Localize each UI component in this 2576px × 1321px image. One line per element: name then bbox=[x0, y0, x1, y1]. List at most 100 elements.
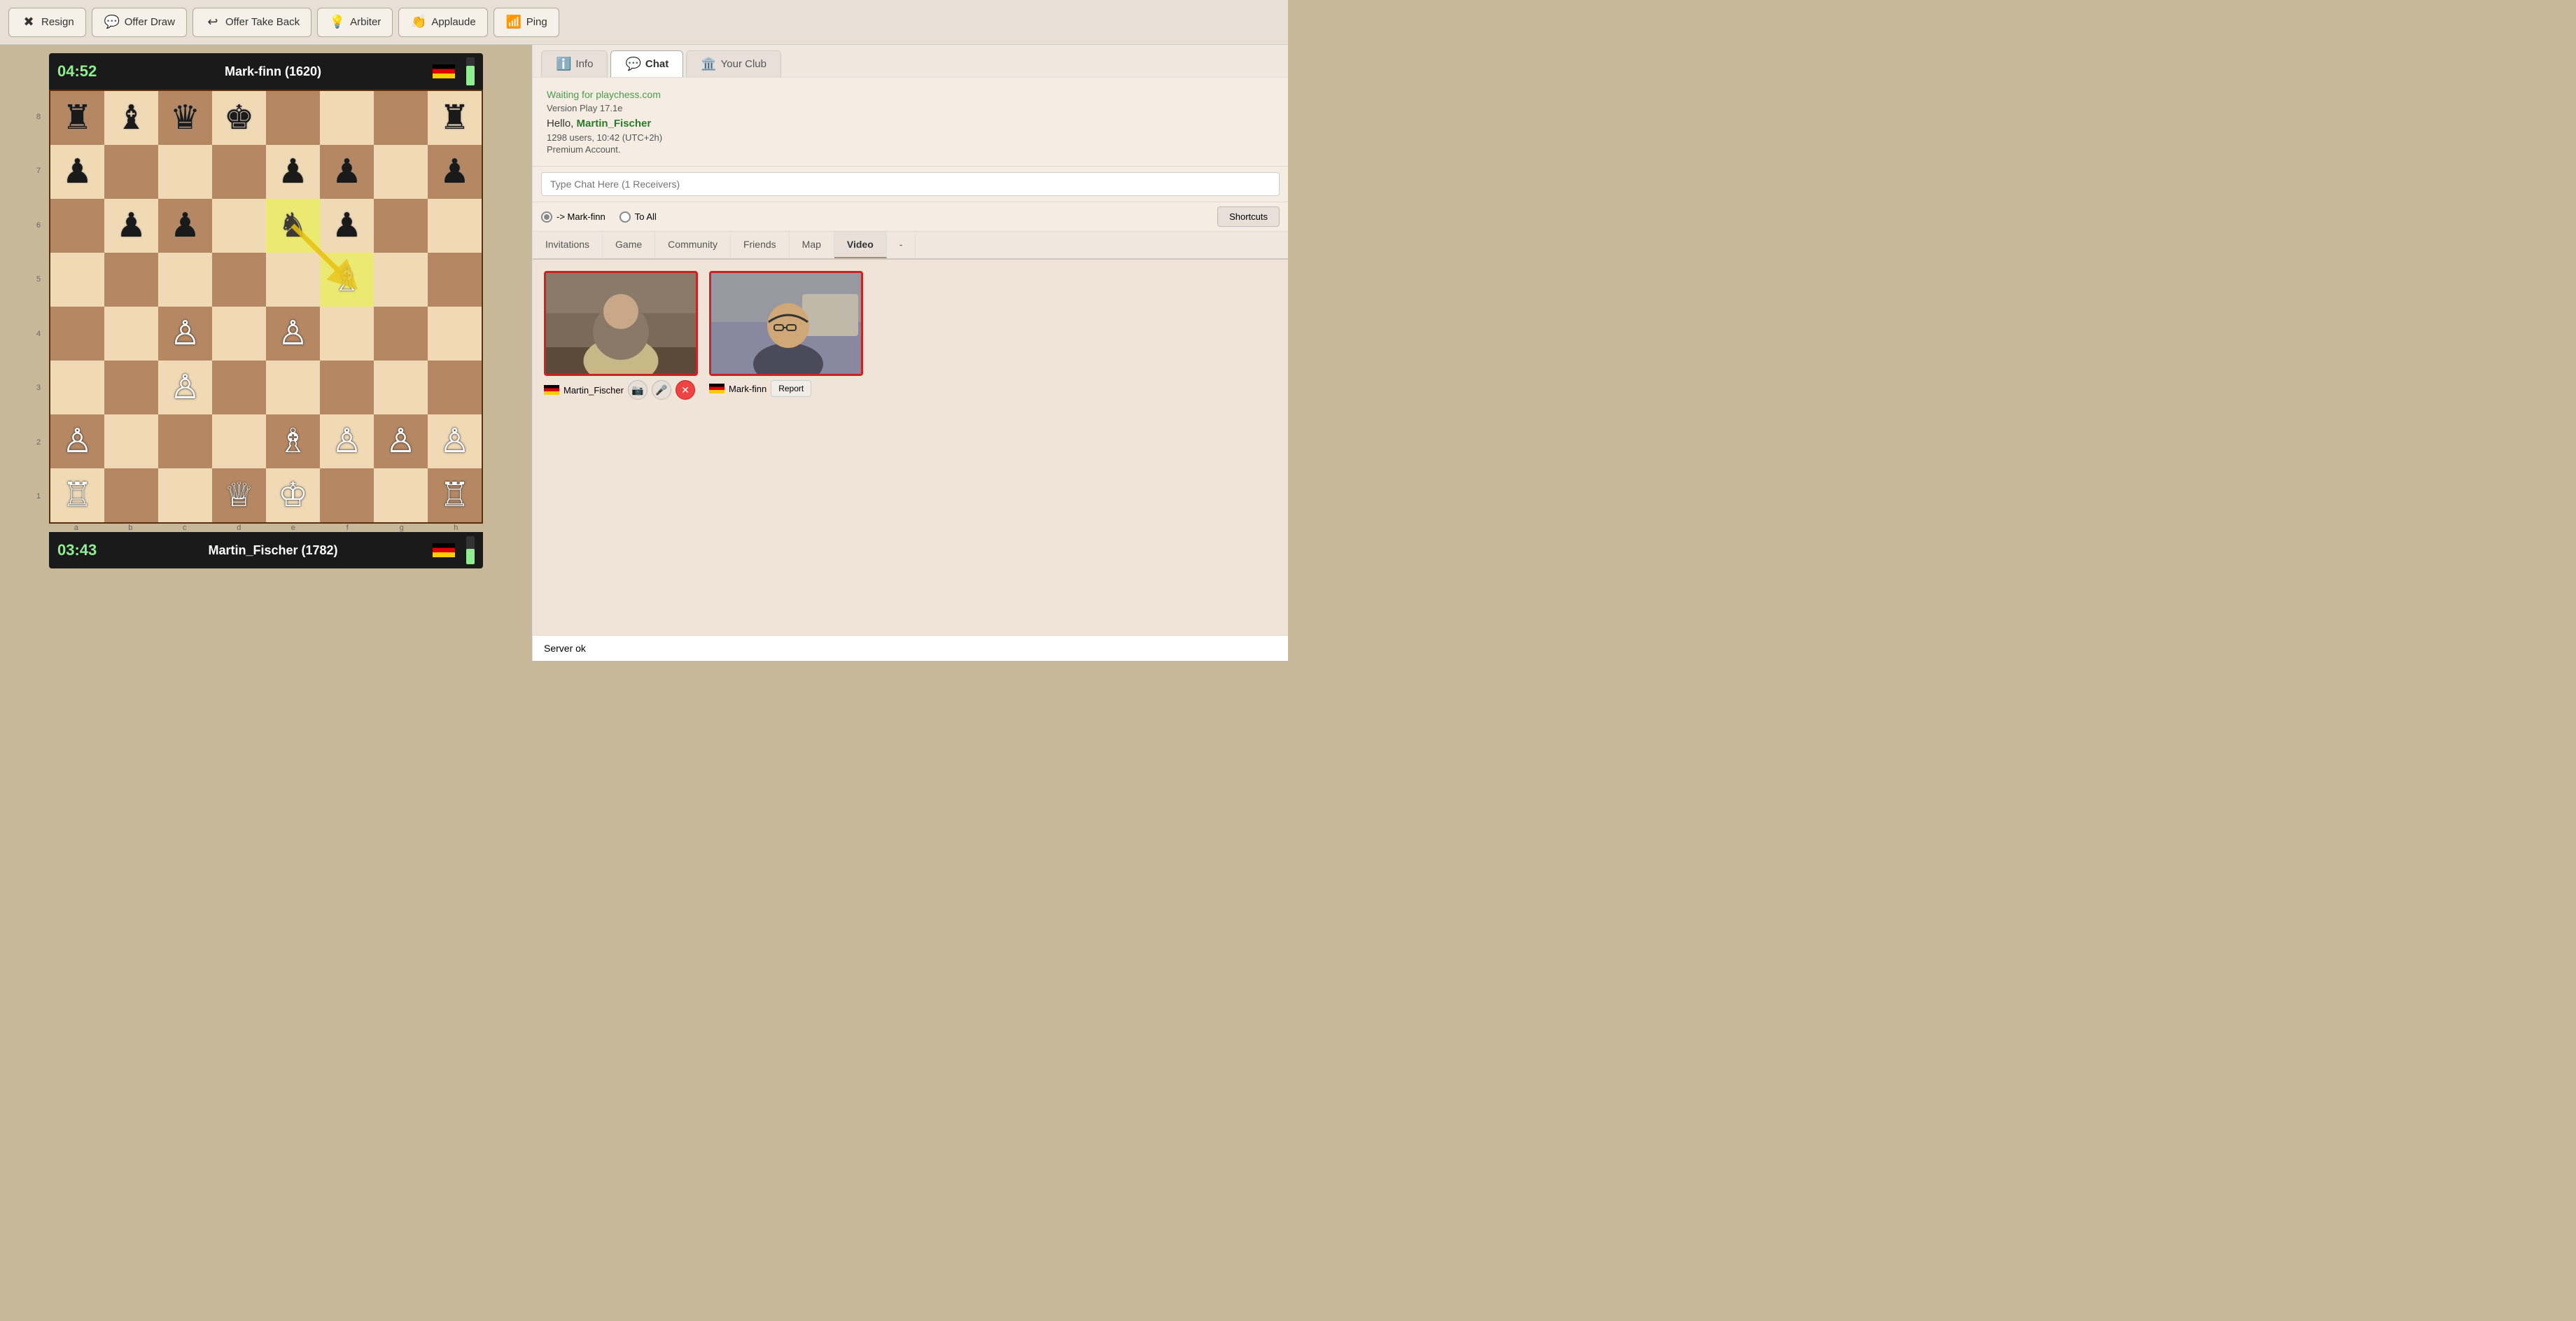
cell-b6[interactable]: ♟ bbox=[104, 199, 158, 253]
video-area: Martin_Fischer 📷 🎤 ✕ bbox=[533, 260, 1288, 635]
cell-g2[interactable]: ♙ bbox=[374, 414, 428, 468]
cell-e7[interactable]: ♟ bbox=[266, 145, 320, 199]
cell-e4[interactable]: ♙ bbox=[266, 307, 320, 361]
cell-d1[interactable]: ♕ bbox=[212, 468, 266, 522]
cell-f8[interactable] bbox=[320, 91, 374, 145]
cell-a6[interactable] bbox=[50, 199, 104, 253]
cell-a2[interactable]: ♙ bbox=[50, 414, 104, 468]
cell-b5[interactable] bbox=[104, 253, 158, 307]
waiting-text: Waiting for playchess.com bbox=[547, 89, 1274, 100]
cell-a4[interactable] bbox=[50, 307, 104, 361]
offer-draw-button[interactable]: 💬 Offer Draw bbox=[92, 8, 187, 37]
cell-c1[interactable] bbox=[158, 468, 212, 522]
tab-chat[interactable]: 💬 Chat bbox=[610, 50, 683, 77]
cell-b8[interactable]: ♝ bbox=[104, 91, 158, 145]
arbiter-button[interactable]: 💡 Arbiter bbox=[317, 8, 393, 37]
cell-e5[interactable] bbox=[266, 253, 320, 307]
cell-a8[interactable]: ♜ bbox=[50, 91, 104, 145]
mic-button[interactable]: 🎤 bbox=[652, 380, 671, 400]
cell-f4[interactable] bbox=[320, 307, 374, 361]
rank-5: 5 bbox=[36, 253, 41, 307]
piece-b6: ♟ bbox=[116, 209, 146, 243]
cell-f3[interactable] bbox=[320, 361, 374, 414]
cell-f2[interactable]: ♙ bbox=[320, 414, 374, 468]
cell-f7[interactable]: ♟ bbox=[320, 145, 374, 199]
sub-tab-more[interactable]: - bbox=[887, 232, 916, 258]
cell-h5[interactable] bbox=[428, 253, 482, 307]
cell-h2[interactable]: ♙ bbox=[428, 414, 482, 468]
cell-b7[interactable] bbox=[104, 145, 158, 199]
server-status-input[interactable] bbox=[544, 643, 1277, 654]
cell-d4[interactable] bbox=[212, 307, 266, 361]
cell-f1[interactable] bbox=[320, 468, 374, 522]
chat-input[interactable] bbox=[541, 172, 1280, 196]
cell-e3[interactable] bbox=[266, 361, 320, 414]
cell-d3[interactable] bbox=[212, 361, 266, 414]
player-top-bar: 04:52 Mark-finn (1620) bbox=[49, 53, 483, 90]
cell-h6[interactable] bbox=[428, 199, 482, 253]
cell-e1[interactable]: ♔ bbox=[266, 468, 320, 522]
cell-h8[interactable]: ♜ bbox=[428, 91, 482, 145]
cell-d7[interactable] bbox=[212, 145, 266, 199]
sub-tab-community[interactable]: Community bbox=[655, 232, 731, 258]
resign-button[interactable]: ✖ Resign bbox=[8, 8, 86, 37]
radio-to-all[interactable]: To All bbox=[620, 211, 657, 223]
cell-a7[interactable]: ♟ bbox=[50, 145, 104, 199]
ping-button[interactable]: 📶 Ping bbox=[493, 8, 559, 37]
cell-a3[interactable] bbox=[50, 361, 104, 414]
cell-h3[interactable] bbox=[428, 361, 482, 414]
radio-to-player[interactable]: -> Mark-finn bbox=[541, 211, 606, 223]
sub-tab-map[interactable]: Map bbox=[790, 232, 834, 258]
cell-g1[interactable] bbox=[374, 468, 428, 522]
cell-b4[interactable] bbox=[104, 307, 158, 361]
cell-c3[interactable]: ♙ bbox=[158, 361, 212, 414]
chess-board[interactable]: ♜ ♝ ♛ ♚ ♜ ♟ ♟ ♟ ♟ bbox=[49, 90, 483, 524]
file-a: a bbox=[49, 524, 104, 532]
shortcuts-button[interactable]: Shortcuts bbox=[1217, 207, 1280, 227]
cell-e6[interactable]: ♞ bbox=[266, 199, 320, 253]
cell-b1[interactable] bbox=[104, 468, 158, 522]
arbiter-icon: 💡 bbox=[329, 14, 346, 31]
cell-f5[interactable]: ♗ bbox=[320, 253, 374, 307]
cell-e2[interactable]: ♗ bbox=[266, 414, 320, 468]
tab-club[interactable]: 🏛️ Your Club bbox=[686, 50, 781, 77]
cell-b2[interactable] bbox=[104, 414, 158, 468]
cell-h4[interactable] bbox=[428, 307, 482, 361]
applaud-button[interactable]: 👏 Applaude bbox=[398, 8, 487, 37]
cell-h1[interactable]: ♖ bbox=[428, 468, 482, 522]
cell-a5[interactable] bbox=[50, 253, 104, 307]
cell-c6[interactable]: ♟ bbox=[158, 199, 212, 253]
cell-c2[interactable] bbox=[158, 414, 212, 468]
cell-a1[interactable]: ♖ bbox=[50, 468, 104, 522]
cell-b3[interactable] bbox=[104, 361, 158, 414]
offer-takeback-button[interactable]: ↩ Offer Take Back bbox=[192, 8, 312, 37]
cell-f6[interactable]: ♟ bbox=[320, 199, 374, 253]
sub-tab-invitations[interactable]: Invitations bbox=[533, 232, 603, 258]
cell-c5[interactable] bbox=[158, 253, 212, 307]
cell-d6[interactable] bbox=[212, 199, 266, 253]
cell-c4[interactable]: ♙ bbox=[158, 307, 212, 361]
cell-h7[interactable]: ♟ bbox=[428, 145, 482, 199]
cell-g3[interactable] bbox=[374, 361, 428, 414]
cell-g6[interactable] bbox=[374, 199, 428, 253]
tab-info[interactable]: ℹ️ Info bbox=[541, 50, 608, 77]
cell-g8[interactable] bbox=[374, 91, 428, 145]
camera-button[interactable]: 📷 bbox=[628, 380, 648, 400]
cell-c7[interactable] bbox=[158, 145, 212, 199]
cell-e8[interactable] bbox=[266, 91, 320, 145]
sub-tab-video[interactable]: Video bbox=[834, 232, 887, 258]
sub-tabs: Invitations Game Community Friends Map V… bbox=[533, 232, 1288, 260]
cell-c8[interactable]: ♛ bbox=[158, 91, 212, 145]
cell-d5[interactable] bbox=[212, 253, 266, 307]
rank-6: 6 bbox=[36, 198, 41, 253]
cell-g7[interactable] bbox=[374, 145, 428, 199]
cell-d8[interactable]: ♚ bbox=[212, 91, 266, 145]
sub-tab-game[interactable]: Game bbox=[603, 232, 655, 258]
cell-g5[interactable] bbox=[374, 253, 428, 307]
sub-tab-friends[interactable]: Friends bbox=[731, 232, 790, 258]
report-button[interactable]: Report bbox=[771, 380, 811, 397]
board-and-labels: ♜ ♝ ♛ ♚ ♜ ♟ ♟ ♟ ♟ bbox=[49, 90, 483, 532]
cell-d2[interactable] bbox=[212, 414, 266, 468]
cell-g4[interactable] bbox=[374, 307, 428, 361]
close-video-button[interactable]: ✕ bbox=[676, 380, 695, 400]
